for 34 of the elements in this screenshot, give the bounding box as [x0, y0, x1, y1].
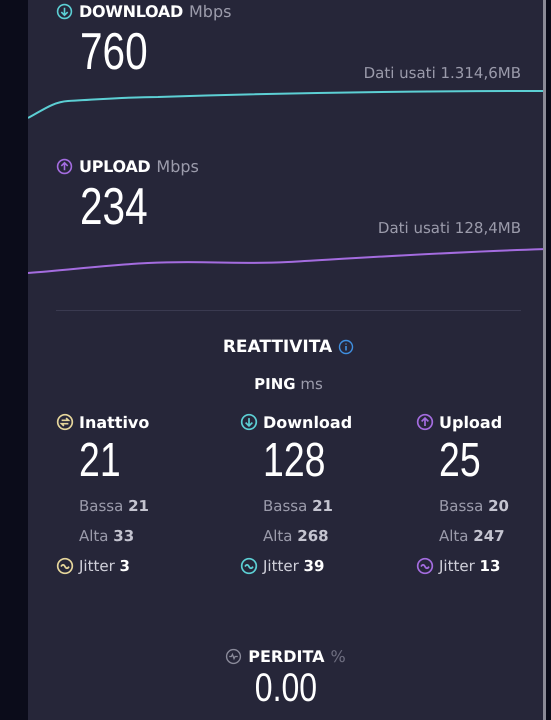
unit-label: Mbps — [188, 2, 232, 20]
unit-label: Mbps — [156, 156, 199, 176]
speed-value: 760 — [80, 26, 148, 78]
high-value: Alta 33 — [79, 527, 134, 545]
loss-icon — [225, 648, 242, 664]
wave-icon — [416, 557, 434, 575]
unit-label: % — [330, 646, 346, 666]
section-title: UPLOAD — [79, 156, 150, 176]
ping-label: Upload — [439, 412, 502, 432]
low-value: Bassa 20 — [439, 497, 509, 515]
high-value: Alta 268 — [263, 527, 329, 545]
ping-value: 128 — [263, 435, 326, 487]
jitter-value: Jitter 13 — [439, 557, 500, 575]
ping-value: 25 — [439, 435, 481, 487]
section-title: DOWNLOAD — [79, 2, 183, 20]
jitter-value: Jitter 3 — [79, 557, 130, 575]
info-icon[interactable] — [338, 339, 354, 355]
high-value: Alta 247 — [439, 527, 505, 545]
ping-label: Download — [263, 412, 352, 432]
wave-icon — [56, 557, 74, 575]
low-value: Bassa 21 — [79, 497, 149, 515]
section-title: PERDITA — [248, 646, 325, 666]
data-used-text: Dati usati 1.314,6MB — [364, 64, 521, 82]
section-title: REATTIVITA — [222, 337, 332, 357]
data-used-text: Dati usati 128,4MB — [378, 219, 521, 237]
low-value: Bassa 21 — [263, 497, 333, 515]
jitter-value: Jitter 39 — [263, 557, 324, 575]
ping-label: Inattivo — [79, 412, 150, 432]
wave-icon — [240, 557, 258, 575]
ping-value: 21 — [79, 435, 121, 487]
loss-value: 0.00 — [254, 669, 317, 707]
ping-title: PING — [254, 375, 296, 393]
speed-value: 234 — [80, 181, 148, 233]
unit-label: ms — [300, 375, 323, 393]
